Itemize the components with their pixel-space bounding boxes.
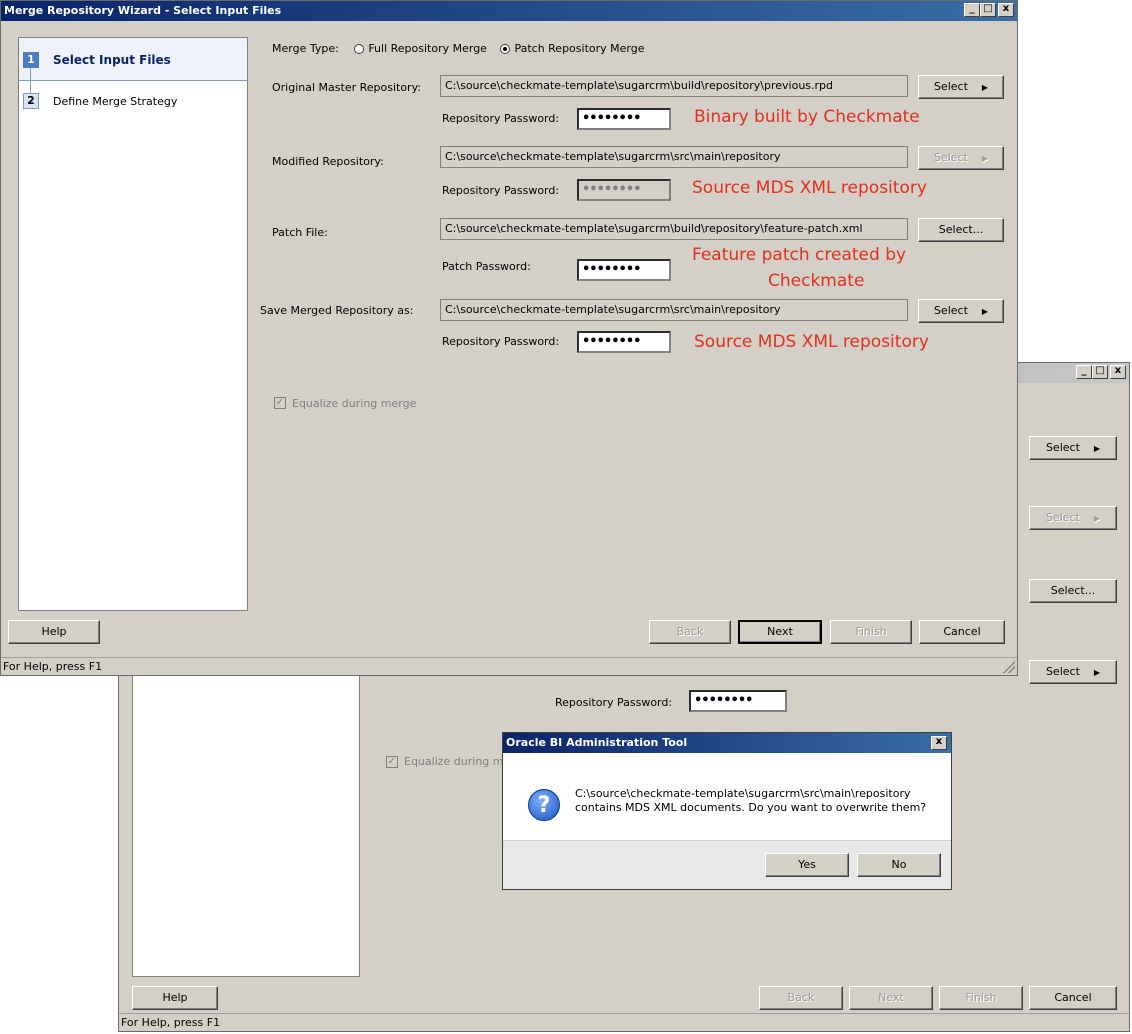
back-password-field[interactable]: ••••••••	[689, 690, 787, 712]
step-item-define-strategy[interactable]: 2 Define Merge Strategy	[23, 91, 177, 111]
minimize-icon[interactable]: _	[1076, 365, 1092, 379]
status-bar: For Help, press F1	[1, 657, 1017, 675]
save-select-button[interactable]: Select ▶	[918, 299, 1004, 323]
step-number: 1	[23, 52, 39, 68]
back-select-button-1[interactable]: Select ▶	[1029, 436, 1117, 460]
step-label: Define Merge Strategy	[53, 94, 178, 108]
back-cancel-button[interactable]: Cancel	[1029, 986, 1117, 1010]
save-merged-path[interactable]: C:\source\checkmate-template\sugarcrm\sr…	[440, 299, 908, 321]
help-button[interactable]: Help	[8, 620, 100, 644]
dialog-message-line-1: C:\source\checkmate-template\sugarcrm\sr…	[575, 787, 911, 800]
modified-password-label: Repository Password:	[442, 184, 560, 197]
maximize-icon[interactable]: □	[1092, 365, 1108, 379]
back-status-bar: For Help, press F1	[119, 1013, 1129, 1031]
confirm-dialog: Oracle BI Administration Tool x ? C:\sou…	[502, 732, 952, 890]
patch-select-button[interactable]: Select...	[918, 218, 1004, 242]
arrow-right-icon: ▶	[1093, 668, 1101, 677]
back-help-button[interactable]: Help	[132, 986, 218, 1010]
arrow-right-icon: ▶	[1093, 444, 1101, 453]
patch-merge-label: Patch Repository Merge	[514, 42, 645, 55]
modified-select-button[interactable]: Select ▶	[918, 146, 1004, 170]
finish-button[interactable]: Finish	[830, 620, 912, 644]
annotation-patch-line-2: Checkmate	[768, 271, 865, 291]
back-select-button-3[interactable]: Select...	[1029, 579, 1117, 603]
original-repository-path[interactable]: C:\source\checkmate-template\sugarcrm\bu…	[440, 75, 908, 97]
arrow-right-icon: ▶	[1093, 514, 1101, 523]
merge-type-label: Merge Type:	[272, 42, 339, 55]
steps-panel: 1 Select Input Files 2 Define Merge Stra…	[18, 37, 248, 611]
full-merge-label: Full Repository Merge	[368, 42, 487, 55]
save-password-field[interactable]: ••••••••	[577, 331, 671, 353]
save-merged-label: Save Merged Repository as:	[260, 304, 414, 317]
back-password-label: Repository Password:	[555, 696, 673, 709]
back-equalize-label: Equalize during me	[404, 755, 511, 768]
maximize-icon[interactable]: □	[980, 3, 996, 17]
annotation-modified: Source MDS XML repository	[692, 178, 927, 198]
minimize-icon[interactable]: _	[964, 3, 980, 17]
back-equalize-checkbox[interactable]: ✓	[386, 756, 398, 768]
step-number: 2	[23, 93, 39, 109]
arrow-right-icon: ▶	[981, 83, 989, 92]
patch-merge-radio[interactable]	[500, 44, 511, 54]
arrow-right-icon: ▶	[981, 307, 989, 316]
back-select-button-4[interactable]: Select ▶	[1029, 660, 1117, 684]
original-password-field[interactable]: ••••••••	[577, 108, 671, 130]
equalize-checkbox[interactable]: ✓	[274, 397, 286, 409]
window-title-bar: Merge Repository Wizard - Select Input F…	[1, 1, 1017, 21]
patch-password-label: Patch Password:	[442, 260, 531, 273]
dialog-yes-button[interactable]: Yes	[765, 853, 849, 877]
equalize-label: Equalize during merge	[292, 397, 417, 410]
modified-repository-path[interactable]: C:\source\checkmate-template\sugarcrm\sr…	[440, 146, 908, 168]
step-label: Select Input Files	[53, 53, 171, 67]
back-select-button-2[interactable]: Select ▶	[1029, 506, 1117, 530]
patch-file-label: Patch File:	[272, 226, 328, 239]
modified-repository-label: Modified Repository:	[272, 155, 384, 168]
back-next-button[interactable]: Next	[849, 986, 933, 1010]
back-back-button[interactable]: Back	[759, 986, 843, 1010]
patch-password-field[interactable]: ••••••••	[577, 259, 671, 281]
full-merge-radio[interactable]	[354, 44, 365, 54]
annotation-patch-line-1: Feature patch created by	[692, 245, 907, 265]
annotation-save: Source MDS XML repository	[694, 332, 929, 352]
resize-grip-icon[interactable]	[1003, 661, 1015, 673]
cancel-button[interactable]: Cancel	[919, 620, 1005, 644]
next-button[interactable]: Next	[738, 620, 822, 644]
save-password-label: Repository Password:	[442, 335, 560, 348]
back-button[interactable]: Back	[649, 620, 731, 644]
dialog-no-button[interactable]: No	[857, 853, 941, 877]
annotation-original: Binary built by Checkmate	[694, 107, 920, 127]
dialog-title-bar: Oracle BI Administration Tool	[503, 733, 951, 753]
patch-file-path[interactable]: C:\source\checkmate-template\sugarcrm\bu…	[440, 218, 908, 240]
close-icon[interactable]: x	[998, 3, 1014, 17]
close-icon[interactable]: x	[1110, 365, 1126, 379]
original-select-button[interactable]: Select ▶	[918, 75, 1004, 99]
arrow-right-icon: ▶	[981, 154, 989, 163]
dialog-message-line-2: contains MDS XML documents. Do you want …	[575, 801, 927, 814]
back-finish-button[interactable]: Finish	[939, 986, 1023, 1010]
merge-type-row: Merge Type: Full Repository Merge Patch …	[272, 42, 645, 55]
step-item-select-input[interactable]: 1 Select Input Files	[23, 50, 171, 70]
original-repository-label: Original Master Repository:	[272, 81, 421, 94]
original-password-label: Repository Password:	[442, 112, 560, 125]
dialog-close-icon[interactable]: x	[931, 736, 947, 750]
question-icon: ?	[528, 789, 560, 821]
window-title: Merge Repository Wizard - Select Input F…	[4, 4, 282, 17]
modified-password-field[interactable]: ••••••••	[577, 179, 671, 201]
